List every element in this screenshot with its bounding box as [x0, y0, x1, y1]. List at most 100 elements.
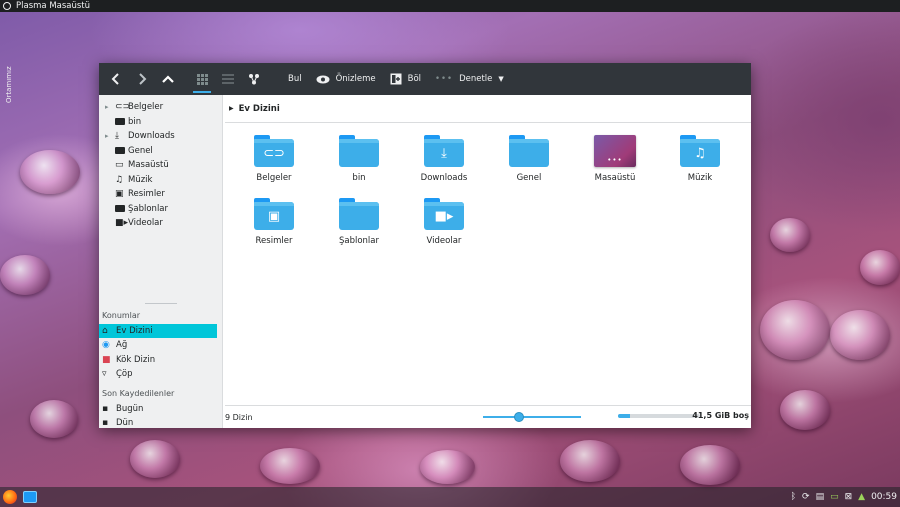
file-item-resimler[interactable]: ▣ Resimler [234, 198, 314, 246]
file-item-masaustu[interactable]: ••• Masaüstü [575, 135, 655, 183]
update-icon[interactable]: ⟳ [802, 492, 810, 502]
tree-item-label: Genel [128, 145, 153, 156]
tree-item-bin[interactable]: bin [99, 115, 222, 130]
battery-icon[interactable]: ▭ [830, 492, 839, 502]
wallpaper-drop [20, 150, 80, 194]
split-label: Böl [407, 74, 422, 84]
eye-icon [316, 75, 330, 83]
documents-folder-icon: ⊂⊃ [254, 135, 294, 167]
expand-arrow-icon[interactable]: ▸ [105, 132, 115, 140]
file-item-downloads[interactable]: ⤓ Downloads [404, 135, 484, 183]
folder-icon [339, 198, 379, 230]
folder-icon [339, 135, 379, 167]
file-item-belgeler[interactable]: ⊂⊃ Belgeler [234, 135, 314, 183]
system-tray: ᛒ ⟳ ▤ ▭ ⊠ ▲ 00:59 [791, 487, 900, 507]
wallpaper-drop [130, 440, 180, 478]
details-view-button[interactable] [215, 63, 241, 95]
file-item-videolar[interactable]: ■▸ Videolar [404, 198, 484, 246]
wallpaper-drop [830, 310, 890, 360]
tree-item-sablonlar[interactable]: Şablonlar [99, 202, 222, 217]
places-section-label: Konumlar [102, 310, 141, 320]
tree-item-belgeler[interactable]: ▸ ⊂⊃ Belgeler [99, 100, 222, 115]
icons-view-button[interactable] [189, 63, 215, 95]
more-dots-icon: ••• [435, 74, 454, 84]
tree-icon [249, 74, 259, 85]
music-note-icon: ♫ [115, 174, 124, 185]
recent-today[interactable]: ▪ Bugün [99, 402, 217, 417]
control-menu-button[interactable]: ••• Denetle ▼ [428, 63, 511, 95]
dolphin-task[interactable] [20, 487, 40, 507]
pictures-folder-icon: ▣ [254, 198, 294, 230]
folder-icon [115, 205, 125, 213]
file-item-muzik[interactable]: ♫ Müzik [660, 135, 740, 183]
panel-divider[interactable] [145, 302, 177, 304]
tree-view-button[interactable] [241, 63, 267, 95]
file-label: Downloads [420, 173, 468, 183]
chevron-left-icon [111, 73, 119, 85]
preview-label: Önizleme [335, 74, 376, 84]
network-tray-icon[interactable]: ⊠ [845, 492, 853, 502]
tree-item-label: Videolar [128, 218, 163, 229]
file-manager-icon [23, 491, 37, 503]
file-label: Genel [516, 173, 542, 183]
clipboard-icon[interactable]: ▤ [816, 492, 825, 502]
wallpaper-drop [680, 445, 740, 485]
recent-yesterday[interactable]: ▪ Dün [99, 416, 217, 431]
find-button[interactable]: Bul [281, 63, 309, 95]
file-label: Videolar [426, 236, 462, 246]
file-item-sablonlar[interactable]: Şablonlar [319, 198, 399, 246]
breadcrumb[interactable]: ▶ Ev Dizini [225, 95, 751, 122]
file-grid: ⊂⊃ Belgeler bin ⤓ Downloads Genel ••• Ma… [225, 122, 751, 406]
network-icon: ◉ [102, 340, 110, 351]
file-item-genel[interactable]: Genel [489, 135, 569, 183]
tree-item-downloads[interactable]: ▸ ⤓ Downloads [99, 129, 222, 144]
recent-section-label: Son Kaydedilenler [102, 388, 175, 398]
firefox-launcher[interactable] [0, 487, 20, 507]
clock[interactable]: 00:59 [871, 492, 897, 502]
music-folder-icon: ♫ [680, 135, 720, 167]
desktop-side-label[interactable]: Ortamımız [5, 62, 19, 107]
place-network[interactable]: ◉ Ağ [99, 338, 217, 353]
tree-item-muzik[interactable]: ♫ Müzik [99, 173, 222, 188]
split-button[interactable]: Böl [383, 63, 428, 95]
tray-expand-icon[interactable]: ▲ [858, 492, 865, 502]
tree-item-masaustu[interactable]: ▭ Masaüstü [99, 158, 222, 173]
wallpaper-drop [760, 300, 830, 360]
zoom-slider[interactable] [483, 416, 581, 418]
toolbar: Bul Önizleme Böl ••• Denetle ▼ [99, 63, 751, 95]
plasma-icon[interactable] [3, 2, 11, 10]
tree-item-resimler[interactable]: ▣ Resimler [99, 187, 222, 202]
breadcrumb-current[interactable]: Ev Dizini [239, 104, 280, 114]
top-panel: Plasma Masaüstü [0, 0, 900, 12]
place-label: Çöp [116, 369, 133, 380]
wallpaper-drop [0, 255, 50, 295]
red-folder-icon: ■ [102, 354, 111, 365]
up-button[interactable] [155, 63, 181, 95]
chevron-up-icon [162, 75, 174, 83]
tree-item-genel[interactable]: Genel [99, 144, 222, 159]
desktop-folder-icon: ••• [594, 135, 636, 167]
preview-button[interactable]: Önizleme [309, 63, 383, 95]
tree-item-videolar[interactable]: ■▸ Videolar [99, 216, 222, 231]
tree-item-label: Downloads [128, 131, 175, 142]
place-trash[interactable]: ▿ Çöp [99, 367, 217, 382]
status-bar: 9 Dizin 41,5 GiB boş [225, 406, 751, 428]
forward-button[interactable] [129, 63, 155, 95]
expand-arrow-icon[interactable]: ▸ [105, 103, 115, 111]
monitor-icon: ▭ [115, 160, 124, 171]
sidebar: ▸ ⊂⊃ Belgeler bin ▸ ⤓ Downloads Genel ▭ … [99, 95, 223, 428]
image-icon: ▣ [115, 189, 124, 200]
place-home[interactable]: ⌂ Ev Dizini [99, 323, 217, 338]
list-icon [222, 74, 234, 84]
downloads-folder-icon: ⤓ [424, 135, 464, 167]
disk-space-bar [618, 414, 700, 418]
zoom-slider-handle[interactable] [514, 412, 524, 422]
place-root[interactable]: ■ Kök Dizin [99, 353, 217, 368]
tree-item-label: bin [128, 116, 142, 127]
panel-title: Plasma Masaüstü [16, 1, 91, 11]
file-item-bin[interactable]: bin [319, 135, 399, 183]
bluetooth-icon[interactable]: ᛒ [791, 492, 796, 502]
folder-icon [509, 135, 549, 167]
chevron-right-icon[interactable]: ▶ [229, 105, 234, 112]
back-button[interactable] [103, 63, 129, 95]
